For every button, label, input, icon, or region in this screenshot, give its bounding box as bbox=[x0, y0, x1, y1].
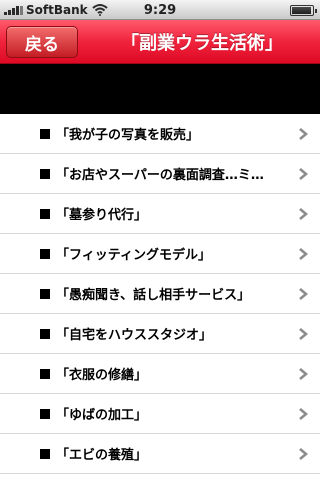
list-item-label: 「フィッティングモデル」 bbox=[56, 248, 211, 263]
black-square-icon bbox=[40, 408, 50, 419]
black-square-icon bbox=[40, 328, 50, 339]
chevron-right-icon bbox=[299, 448, 309, 460]
list-item[interactable]: 「ゆばの加工」 bbox=[0, 394, 320, 434]
chevron-right-icon bbox=[299, 328, 309, 340]
list-item-label: 「エビの養殖」 bbox=[56, 448, 148, 463]
status-time: 9:29 bbox=[143, 3, 177, 18]
topic-list: 「我が子の写真を販売」「お店やスーパーの裏面調査…ミ… 「墓参り代行」「フィッティ… bbox=[0, 114, 320, 474]
list-item-label: 「ゆばの加工」 bbox=[56, 408, 148, 423]
black-square-icon bbox=[40, 448, 50, 459]
banner-area bbox=[0, 64, 320, 114]
list-item-label: 「我が子の写真を販売」 bbox=[56, 128, 200, 143]
list-item[interactable]: 「お店やスーパーの裏面調査…ミ… bbox=[0, 154, 320, 194]
list-item-label: 「愚痴聞き、話し相手サービス」 bbox=[56, 288, 251, 303]
page-title: 「副業ウラ生活術」 bbox=[121, 33, 283, 54]
chevron-right-icon bbox=[299, 368, 309, 380]
list-item[interactable]: 「フィッティングモデル」 bbox=[0, 234, 320, 274]
list-item[interactable]: 「自宅をハウススタジオ」 bbox=[0, 314, 320, 354]
list-item[interactable]: 「墓参り代行」 bbox=[0, 194, 320, 234]
chevron-right-icon bbox=[299, 408, 309, 420]
black-square-icon bbox=[40, 248, 50, 259]
list-item-label: 「衣服の修繕」 bbox=[56, 368, 148, 383]
black-square-icon bbox=[40, 168, 50, 179]
chevron-right-icon bbox=[299, 288, 309, 300]
battery-level bbox=[292, 7, 311, 14]
status-bar: SoftBank 9:29 bbox=[0, 0, 320, 20]
black-square-icon bbox=[40, 128, 50, 139]
battery-icon bbox=[290, 5, 317, 16]
list-item[interactable]: 「愚痴聞き、話し相手サービス」 bbox=[0, 274, 320, 314]
list-item-label: 「お店やスーパーの裏面調査…ミ… bbox=[56, 168, 264, 183]
chevron-right-icon bbox=[299, 248, 309, 260]
list-item-label: 「墓参り代行」 bbox=[56, 208, 148, 223]
list-item[interactable]: 「衣服の修繕」 bbox=[0, 354, 320, 394]
black-square-icon bbox=[40, 368, 50, 379]
list-item-label: 「自宅をハウススタジオ」 bbox=[56, 328, 213, 343]
black-square-icon bbox=[40, 288, 50, 299]
navigation-bar: 戻る 「副業ウラ生活術」 bbox=[0, 20, 320, 64]
list-item[interactable]: 「エビの養殖」 bbox=[0, 434, 320, 474]
list-item[interactable]: 「我が子の写真を販売」 bbox=[0, 114, 320, 154]
back-button[interactable]: 戻る bbox=[6, 26, 78, 58]
chevron-right-icon bbox=[299, 168, 309, 180]
chevron-right-icon bbox=[299, 128, 309, 140]
black-square-icon bbox=[40, 208, 50, 219]
chevron-right-icon bbox=[299, 208, 309, 220]
